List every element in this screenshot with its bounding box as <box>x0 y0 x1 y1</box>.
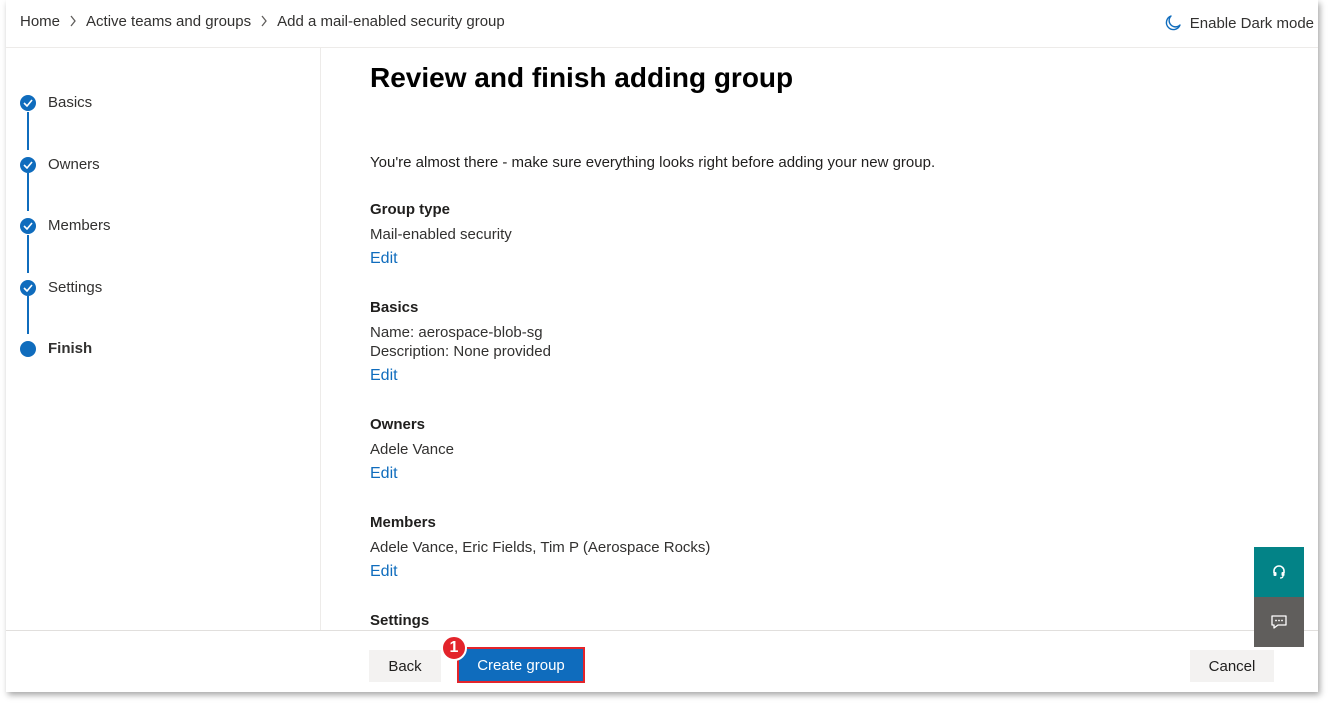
checkmark-icon <box>20 94 36 111</box>
section-group-type: Group type Mail-enabled security Edit <box>370 201 512 268</box>
step-label: Members <box>48 217 111 234</box>
footer-bar: Back Create group 1 Cancel <box>6 630 1318 692</box>
step-label: Owners <box>48 156 100 173</box>
step-label: Basics <box>48 94 93 111</box>
step-label: Settings <box>48 279 103 296</box>
section-value: Description: None provided <box>370 343 551 360</box>
headset-icon <box>1273 565 1285 579</box>
step-basics[interactable]: Basics <box>20 94 92 111</box>
top-bar: Home Active teams and groups Add a mail-… <box>6 0 1318 48</box>
section-settings: Settings <box>370 612 429 630</box>
callout-badge: 1 <box>441 635 467 661</box>
chat-feedback-icon <box>1271 615 1287 629</box>
checkmark-icon <box>20 279 36 296</box>
step-members[interactable]: Members <box>20 217 111 234</box>
chevron-right-icon <box>60 12 86 30</box>
step-label: Finish <box>48 340 93 357</box>
section-basics: Basics Name: aerospace-blob-sg Descripti… <box>370 299 551 385</box>
edit-members-link[interactable]: Edit <box>370 563 398 581</box>
admin-window: Home Active teams and groups Add a mail-… <box>6 0 1318 692</box>
section-members: Members Adele Vance, Eric Fields, Tim P … <box>370 514 710 581</box>
section-title: Settings <box>370 612 430 629</box>
moon-icon <box>1165 15 1181 31</box>
section-value: Adele Vance, Eric Fields, Tim P (Aerospa… <box>370 539 711 556</box>
breadcrumb-current-page: Add a mail-enabled security group <box>277 12 505 30</box>
step-finish: Finish <box>20 340 92 357</box>
step-owners[interactable]: Owners <box>20 156 100 173</box>
back-button[interactable]: Back <box>369 650 441 682</box>
main-content: Review and finish adding group You're al… <box>370 48 1270 630</box>
dark-mode-label: Enable Dark mode <box>1189 14 1314 32</box>
section-owners: Owners Adele Vance Edit <box>370 416 454 483</box>
breadcrumb-active-teams[interactable]: Active teams and groups <box>86 13 251 30</box>
chevron-right-icon <box>251 12 277 30</box>
section-title: Group type <box>370 201 451 218</box>
checkmark-icon <box>20 156 36 173</box>
section-title: Basics <box>370 299 419 316</box>
section-value: Name: aerospace-blob-sg <box>370 324 543 341</box>
section-value: Adele Vance <box>370 441 454 458</box>
step-connector <box>27 112 29 150</box>
help-button[interactable] <box>1254 547 1304 597</box>
page-title: Review and finish adding group <box>370 62 794 93</box>
intro-text: You're almost there - make sure everythi… <box>370 154 936 171</box>
cancel-button[interactable]: Cancel <box>1190 650 1274 682</box>
section-title: Owners <box>370 416 426 433</box>
section-value: Mail-enabled security <box>370 226 512 243</box>
checkmark-icon <box>20 217 36 234</box>
step-connector <box>27 296 29 334</box>
edit-group-type-link[interactable]: Edit <box>370 250 398 268</box>
step-connector <box>27 173 29 211</box>
breadcrumb: Home Active teams and groups Add a mail-… <box>20 12 505 30</box>
step-settings[interactable]: Settings <box>20 279 102 296</box>
step-connector <box>27 235 29 273</box>
feedback-button[interactable] <box>1254 597 1304 647</box>
edit-owners-link[interactable]: Edit <box>370 465 398 483</box>
section-title: Members <box>370 514 436 531</box>
dark-mode-toggle[interactable]: Enable Dark mode <box>1164 14 1314 32</box>
breadcrumb-home[interactable]: Home <box>20 13 60 30</box>
current-step-dot-icon <box>20 340 36 357</box>
wizard-steps: Basics Owners Members Settings Finish <box>6 48 321 630</box>
create-group-button[interactable]: Create group <box>457 647 585 683</box>
edit-basics-link[interactable]: Edit <box>370 367 398 385</box>
